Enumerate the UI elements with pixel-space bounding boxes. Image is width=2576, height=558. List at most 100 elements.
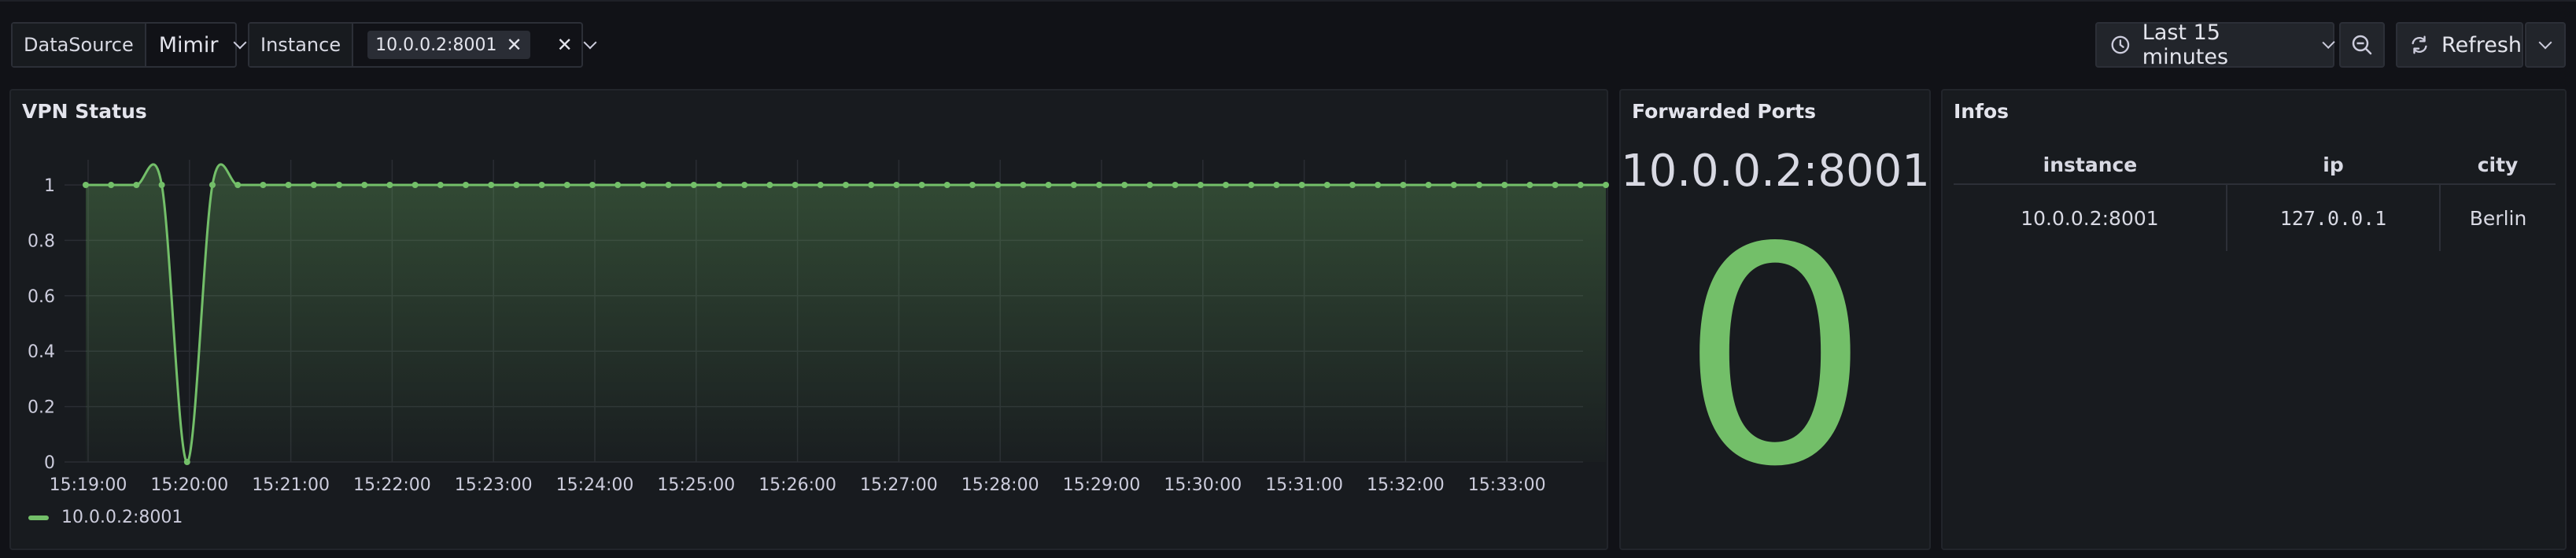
data-point xyxy=(1552,182,1559,188)
data-point xyxy=(310,182,317,188)
time-range-picker[interactable]: Last 15 minutes xyxy=(2095,20,2335,69)
legend-label: 10.0.0.2:8001 xyxy=(61,508,183,527)
data-point xyxy=(209,182,216,188)
cell-ip: 127.0.0.1 xyxy=(2226,184,2441,251)
instance-chip-label: 10.0.0.2:8001 xyxy=(375,35,497,55)
stat-value: 0 xyxy=(1680,183,1870,532)
instance-variable[interactable]: Instance 10.0.0.2:8001 ✕ ✕ xyxy=(248,22,597,68)
x-tick-label: 15:32:00 xyxy=(1367,475,1445,495)
data-point xyxy=(1450,182,1457,188)
y-tick-label: 0.8 xyxy=(28,231,55,251)
refresh-interval-dropdown[interactable] xyxy=(2525,22,2566,68)
column-header-city[interactable]: city xyxy=(2440,146,2556,185)
data-point xyxy=(260,182,267,188)
data-point xyxy=(1425,182,1432,188)
y-tick-label: 0 xyxy=(44,453,55,473)
cell-instance: 10.0.0.2:8001 xyxy=(1954,184,2227,251)
instance-chip: 10.0.0.2:8001 ✕ xyxy=(367,31,530,59)
data-point xyxy=(1603,182,1609,188)
data-point xyxy=(488,182,495,188)
x-tick-label: 15:24:00 xyxy=(556,475,634,495)
time-range-label: Last 15 minutes xyxy=(2142,20,2229,69)
data-point xyxy=(108,182,115,188)
data-point xyxy=(1298,182,1305,188)
x-tick-label: 15:20:00 xyxy=(150,475,228,495)
datasource-variable[interactable]: DataSource Mimir xyxy=(11,22,247,68)
top-border xyxy=(0,0,2576,2)
data-point xyxy=(1096,182,1102,188)
panel-title: Forwarded Ports xyxy=(1632,100,1816,123)
data-point xyxy=(1020,182,1027,188)
data-point xyxy=(1375,182,1382,188)
data-point xyxy=(285,182,292,188)
vpn-status-chart: 0 0.2 0.4 0.6 0.8 1 15:19:00 15:20:00 15:21:00 1… xyxy=(28,160,1609,495)
y-tick-label: 1 xyxy=(44,176,55,196)
data-point xyxy=(386,182,393,188)
vpn-status-panel: VPN Status 0 0.2 0.4 0.6 0.8 1 15:19:00 15:20:… xyxy=(9,89,1609,550)
data-point xyxy=(1476,182,1482,188)
x-tick-label: 15:30:00 xyxy=(1164,475,1242,495)
data-point xyxy=(766,182,773,188)
data-point xyxy=(1146,182,1153,188)
data-point xyxy=(158,182,165,188)
clear-icon[interactable]: ✕ xyxy=(557,34,573,56)
data-point xyxy=(868,182,875,188)
table-row: 10.0.0.2:8001 127.0.0.1 Berlin xyxy=(1954,184,2556,251)
data-point xyxy=(614,182,622,188)
data-point xyxy=(716,182,722,188)
series-area xyxy=(86,164,1606,463)
data-point xyxy=(1223,182,1229,188)
data-point xyxy=(1501,182,1508,188)
infos-panel: Infos instance ip city 10.0.0.2:8001 127… xyxy=(1941,89,2567,550)
y-tick-label: 0.6 xyxy=(28,287,55,307)
chevron-down-icon xyxy=(2322,35,2335,50)
data-point xyxy=(1172,182,1179,188)
data-point xyxy=(640,182,647,188)
cell-city: Berlin xyxy=(2469,206,2527,230)
refresh-button[interactable]: Refresh xyxy=(2396,22,2523,68)
instance-select[interactable]: 10.0.0.2:8001 ✕ ✕ xyxy=(353,24,606,66)
data-point xyxy=(1349,182,1356,188)
column-header-ip[interactable]: ip xyxy=(2226,146,2441,185)
instance-label: Instance xyxy=(249,24,354,66)
data-point xyxy=(589,182,596,188)
chevron-down-icon xyxy=(583,35,597,50)
data-point xyxy=(690,182,697,188)
data-point xyxy=(741,182,748,188)
chip-remove-icon[interactable]: ✕ xyxy=(506,34,522,56)
data-point xyxy=(1400,182,1407,188)
data-point xyxy=(1323,182,1330,188)
data-point xyxy=(943,182,950,188)
x-tick-label: 15:25:00 xyxy=(657,475,735,495)
x-tick-label: 15:28:00 xyxy=(961,475,1039,495)
x-tick-label: 15:21:00 xyxy=(252,475,330,495)
clock-icon xyxy=(2111,35,2130,54)
data-point xyxy=(995,182,1002,188)
data-point xyxy=(234,182,242,188)
chart-legend[interactable]: 10.0.0.2:8001 xyxy=(28,508,183,527)
data-point xyxy=(83,182,89,188)
forwarded-ports-panel: Forwarded Ports 10.0.0.2:8001 0 xyxy=(1619,89,1931,550)
data-point xyxy=(513,182,520,188)
data-point xyxy=(969,182,976,188)
column-header-instance[interactable]: instance xyxy=(1954,146,2227,185)
y-tick-label: 0.4 xyxy=(28,342,55,362)
datasource-select[interactable]: Mimir xyxy=(146,24,256,66)
x-tick-label: 15:27:00 xyxy=(860,475,938,495)
table-header-row: instance ip city xyxy=(1954,146,2556,185)
data-point xyxy=(1197,182,1204,188)
x-tick-label: 15:22:00 xyxy=(353,475,431,495)
data-point xyxy=(1045,182,1052,188)
data-point xyxy=(1273,182,1280,188)
datasource-label: DataSource xyxy=(13,24,146,66)
data-point xyxy=(1121,182,1128,188)
data-point xyxy=(1526,182,1533,188)
zoom-out-button[interactable] xyxy=(2339,22,2385,68)
data-point xyxy=(183,459,190,465)
x-tick-label: 15:33:00 xyxy=(1468,475,1546,495)
data-point xyxy=(665,182,672,188)
data-point xyxy=(843,182,849,188)
data-point xyxy=(1577,182,1584,188)
panel-title: Infos xyxy=(1954,100,2010,123)
data-point xyxy=(361,182,368,188)
